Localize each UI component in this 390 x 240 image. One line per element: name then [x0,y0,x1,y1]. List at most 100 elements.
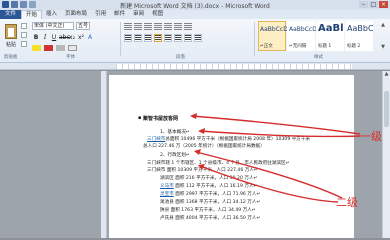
clipboard-icon [5,24,17,39]
title-bar: 新建 Microsoft Word 文档 (3).docx - Microsof… [0,0,390,10]
borders-icon[interactable] [194,34,202,42]
divider [254,22,255,56]
align-right-icon[interactable] [144,34,152,42]
doc-line: 1、基本概况↵ [160,130,190,135]
document-heading: 聚智书屋放客网 [138,115,178,122]
style-name: 标题 2 [347,44,361,49]
distributed-icon[interactable] [164,34,172,42]
show-marks-icon[interactable] [184,23,192,30]
paragraph-align-row [124,34,202,42]
doc-line: 2、行政区划↵ [160,153,190,158]
style-normal[interactable]: AaBbCcDc ↵正文 [258,21,291,51]
doc-line: 总人口 227.46 万（2005 年统计）（根据国家统计局数据） [143,144,265,149]
paste-label: 粘贴 [5,42,16,48]
char-shading-icon[interactable] [56,45,65,51]
copy-icon[interactable] [21,32,27,38]
doc-line-rest: 面积 112 平方千米，人口 16.19 万人↵ [173,184,258,189]
style-name: 标题 1 [318,44,332,49]
sort-icon[interactable] [174,23,182,30]
level2-callout: 二级 [336,196,358,209]
justify-icon[interactable] [154,34,162,42]
underline-icon[interactable]: U [50,34,58,42]
numbering-icon[interactable] [134,23,142,30]
subscript-icon[interactable]: x₂ [68,34,76,42]
align-left-icon[interactable] [124,34,132,42]
style-heading-2[interactable]: AaBbC 标题 2 [345,21,374,51]
close-icon[interactable]: × [379,1,388,8]
ribbon-tabs: 文件 开始 插入 页面布局 引用 邮件 审阅 视图 [0,10,390,19]
doc-line: 湖滨区 面积 216 平方千米，人口 30.20 万人↵ [160,176,258,181]
tab-review[interactable]: 审阅 [129,10,148,19]
doc-line-rest: 面积 2997 平方千米，人口 71.96 万人↵ [173,192,261,197]
chevron-up-icon[interactable]: ▲ [378,22,388,28]
styles-gallery: AaBbCcDc ↵正文 AaBbCcDc ↵无间隔 AaBl 标题 1 AaB… [258,21,374,51]
highlight-color-icon[interactable] [32,45,41,51]
color-row [32,45,77,51]
strikethrough-icon[interactable]: abc [59,34,70,42]
maximize-icon[interactable]: □ [369,1,378,8]
doc-link[interactable]: 灵宝市 [160,192,174,197]
style-no-spacing[interactable]: AaBbCcDc ↵无间隔 [287,21,320,51]
vertical-scrollbar[interactable]: ▲ [382,71,390,238]
group-label-clipboard: 剪贴板 [4,55,18,60]
ribbon-group-labels: 剪贴板 字体 段落 样式 [0,54,390,62]
style-name: ↵无间隔 [289,44,307,49]
group-label-font: 字体 [66,55,75,60]
style-sample: AaBl [318,23,344,34]
tab-view[interactable]: 视图 [148,10,167,19]
font-format-row: B I U abc x₂ x² A [32,34,94,42]
doc-line: 三门峡市辖 1 个市辖区、1 个县级市、4 个县，市人民政府驻湖滨区↵ [147,161,290,166]
multilevel-list-icon[interactable] [144,23,152,30]
tab-insert[interactable]: 插入 [42,10,61,19]
tab-references[interactable]: 引用 [91,10,110,19]
format-painter-icon[interactable] [21,41,27,47]
bold-icon[interactable]: B [32,34,40,42]
doc-line: 卢氏县 面积 4004 平方千米，人口 36.50 万人↵ [160,216,261,221]
doc-line-rest: 总面积 10496 平方千米（根据国家统计局 2008 年）10309 平方千米 [165,137,311,142]
decrease-indent-icon[interactable] [154,23,162,30]
text-effects-icon[interactable]: A [86,34,94,42]
increase-indent-icon[interactable] [164,23,172,30]
font-color-icon[interactable] [44,45,53,51]
shading-icon[interactable] [184,34,192,42]
divider [120,22,121,56]
group-label-styles: 样式 [314,55,323,60]
font-size-select[interactable]: 五号 [76,22,90,30]
tab-page-layout[interactable]: 页面布局 [61,10,91,19]
bullets-icon[interactable] [124,23,132,30]
enclose-char-icon[interactable] [68,45,77,51]
line-spacing-icon[interactable] [174,34,182,42]
document-page[interactable] [109,75,354,238]
doc-link[interactable]: 义马市 [160,184,174,189]
doc-line: 陕县 面积 1763 平方千米，人口 34.49 万人↵ [160,208,256,213]
doc-line: 灵宝市 面积 2997 平方千米，人口 71.96 万人↵ [160,191,260,197]
scroll-thumb[interactable] [384,91,389,127]
font-name-select[interactable]: 宋体 (中文正) [32,22,74,30]
tab-mailings[interactable]: 邮件 [110,10,129,19]
tab-home[interactable]: 开始 [21,10,43,19]
level1-callout: 一级 [360,130,382,143]
window-controls: – □ × [359,1,388,8]
clipboard-tools [21,23,27,47]
scroll-up-icon[interactable]: ▲ [383,71,390,78]
doc-line: 渑池县 面积 1368 平方千米，人口 34.12 万人↵ [160,200,261,205]
minimize-icon[interactable]: – [359,1,368,8]
align-center-icon[interactable] [134,34,142,42]
doc-line: 义马市 面积 112 平方千米，人口 16.19 万人↵ [160,183,257,189]
tab-file[interactable]: 文件 [0,10,22,19]
window-title: 新建 Microsoft Word 文档 (3).docx - Microsof… [120,3,270,10]
chevron-down-icon[interactable]: ▼ [378,44,388,50]
style-heading-1[interactable]: AaBl 标题 1 [316,21,344,51]
paste-button[interactable]: 粘贴 [3,22,19,52]
doc-link[interactable]: 三门峡市 [147,137,165,142]
doc-line: 三门峡市总面积 10496 平方千米（根据国家统计局 2008 年）10309 … [147,136,310,142]
vertical-ruler[interactable] [101,71,107,238]
paragraph-list-row [124,23,192,30]
horizontal-ruler[interactable] [0,63,390,70]
cut-icon[interactable] [21,23,27,29]
italic-icon[interactable]: I [41,34,49,42]
superscript-icon[interactable]: x² [77,34,85,42]
doc-line: 三门峡市 面积 10309 平方千米，人口 227.46 万人↵ [147,168,258,173]
ruler-ticks [116,64,352,69]
styles-scroll: ▲ ▼ [378,22,388,50]
